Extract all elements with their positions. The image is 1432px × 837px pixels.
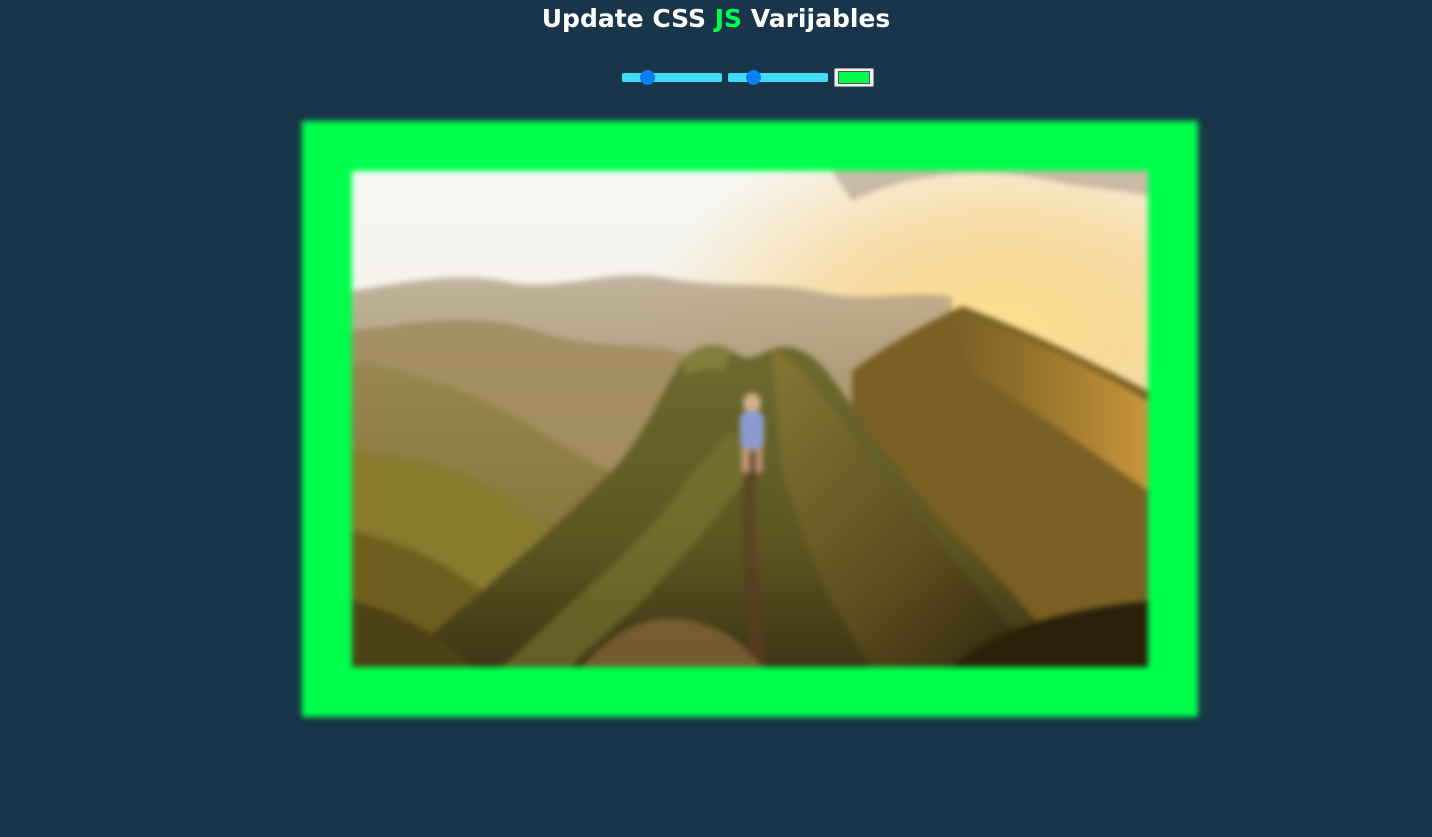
spacing-slider-track[interactable] [622,73,722,82]
blur-slider-thumb[interactable] [746,70,761,85]
title-part-2: Varijables [742,4,891,33]
controls-bar [622,66,874,88]
color-swatch[interactable] [838,70,870,84]
base-color-picker[interactable] [834,67,874,87]
image-frame [302,121,1198,717]
photo-illustration [352,171,1148,667]
page-title: Update CSS JS Varijables [0,4,1432,34]
title-part-1: Update CSS [541,4,715,33]
blur-slider-track[interactable] [728,73,828,82]
mountain-ridge-photo [352,171,1148,667]
spacing-slider-thumb[interactable] [640,70,655,85]
title-highlight: JS [714,4,743,33]
spacing-slider[interactable] [622,66,722,88]
blur-slider[interactable] [728,66,828,88]
